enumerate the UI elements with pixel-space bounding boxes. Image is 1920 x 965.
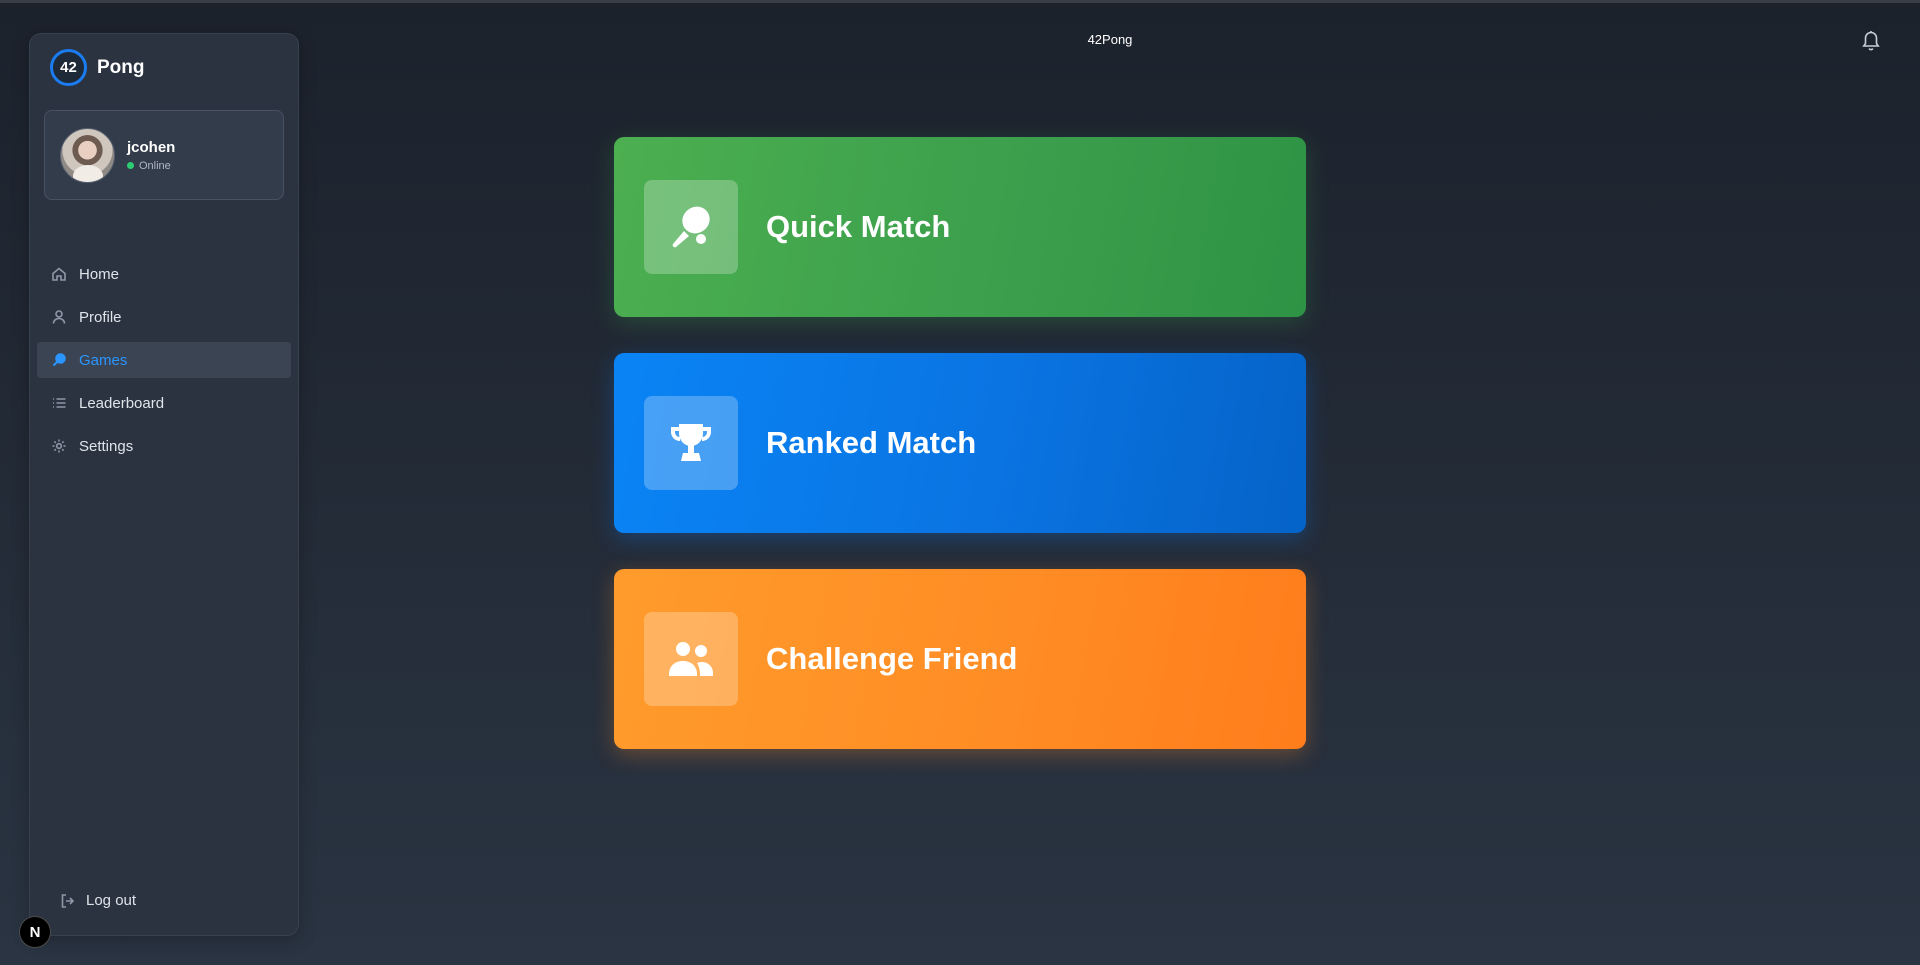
gear-icon — [52, 439, 66, 453]
user-icon — [52, 310, 66, 324]
list-icon — [53, 398, 66, 408]
sidebar-item-settings[interactable]: Settings — [37, 428, 291, 464]
avatar — [60, 127, 115, 183]
sidebar-item-label: Games — [79, 351, 128, 369]
window-top-border — [0, 0, 1920, 3]
logout-icon — [61, 893, 75, 908]
user-name: jcohen — [127, 138, 176, 156]
brand[interactable]: 42 Pong — [50, 49, 145, 86]
sidebar-item-label: Leaderboard — [79, 394, 165, 412]
sidebar-item-label: Profile — [79, 308, 122, 326]
brand-name: Pong — [97, 56, 145, 78]
logout-label: Log out — [86, 892, 137, 909]
sidebar-item-games[interactable]: Games — [37, 342, 291, 378]
home-icon — [52, 267, 66, 281]
user-info: jcohen Online — [127, 139, 175, 172]
quick-match-label: Quick Match — [766, 209, 951, 244]
ranked-match-card[interactable]: Ranked Match — [614, 353, 1306, 533]
brand-logo: 42 — [50, 49, 87, 86]
paddle-icon — [52, 353, 66, 367]
ranked-match-label: Ranked Match — [766, 425, 977, 460]
logout-button[interactable]: Log out — [60, 892, 136, 909]
users-icon — [669, 642, 713, 676]
notifications-button[interactable] — [1861, 30, 1881, 52]
game-modes: Quick Match Ranked Match Challenge Frien… — [614, 137, 1306, 785]
sidebar-item-profile[interactable]: Profile — [37, 299, 291, 335]
user-card[interactable]: jcohen Online — [44, 110, 284, 200]
user-status-label: Online — [139, 159, 171, 172]
sidebar-nav: Home Profile Games Leaderboard Settings — [37, 256, 291, 471]
header-title: 42Pong — [1087, 32, 1133, 47]
sidebar-item-home[interactable]: Home — [37, 256, 291, 292]
quick-match-card[interactable]: Quick Match — [614, 137, 1306, 317]
quick-match-icon-box — [644, 180, 738, 274]
sidebar: 42 Pong jcohen Online Home Profile Games… — [29, 33, 299, 936]
dev-tools-badge[interactable]: N — [19, 916, 51, 948]
user-status: Online — [127, 160, 175, 172]
ping-pong-paddle-icon — [672, 206, 710, 248]
trophy-icon — [671, 424, 711, 461]
sidebar-item-label: Settings — [79, 437, 134, 455]
sidebar-item-leaderboard[interactable]: Leaderboard — [37, 385, 291, 421]
sidebar-item-label: Home — [79, 265, 120, 283]
bell-icon — [1862, 31, 1880, 51]
challenge-friend-icon-box — [644, 612, 738, 706]
ranked-match-icon-box — [644, 396, 738, 490]
challenge-friend-label: Challenge Friend — [766, 641, 1018, 676]
online-status-dot-icon — [127, 162, 134, 169]
challenge-friend-card[interactable]: Challenge Friend — [614, 569, 1306, 749]
